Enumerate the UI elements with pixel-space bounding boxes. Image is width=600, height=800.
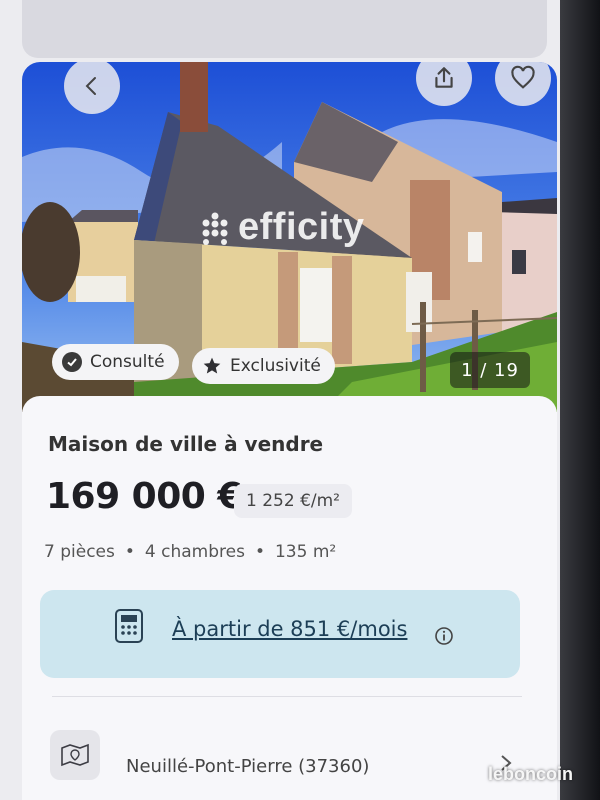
area: 135 m² [274, 542, 337, 562]
listing-details: Maison de ville à vendre 169 000 € 1 252… [22, 396, 557, 800]
calculator-icon [115, 609, 143, 643]
share-icon [435, 67, 453, 88]
agency-watermark: efficity [198, 206, 364, 249]
listing-photo[interactable]: efficity Consulté Exclusivité 1 / 19 [22, 62, 557, 412]
exclusive-badge: Exclusivité [192, 348, 335, 384]
photo-counter: 1 / 19 [450, 352, 530, 388]
price-per-m2: 1 252 €/m² [234, 484, 352, 518]
leboncoin-logo: leboncoin [488, 764, 573, 784]
exclusive-label: Exclusivité [230, 356, 321, 376]
bedrooms: 4 chambres [144, 542, 245, 562]
financing-banner[interactable]: À partir de 851 €/mois [40, 590, 520, 678]
agency-name: efficity [238, 206, 365, 248]
divider [52, 696, 522, 697]
listing-specs: 7 pièces • 4 chambres • 135 m² [44, 542, 336, 562]
phone-screen: efficity Consulté Exclusivité 1 / 19 Mai… [0, 0, 575, 800]
listing-title: Maison de ville à vendre [48, 432, 324, 456]
info-icon[interactable] [434, 626, 454, 646]
consulted-label: Consulté [90, 352, 165, 372]
phone-frame [560, 0, 600, 800]
consulted-badge: Consulté [52, 344, 179, 380]
location-text: Neuillé-Pont-Pierre (37360) [126, 756, 370, 777]
check-circle-icon [62, 352, 82, 372]
map-icon [50, 730, 100, 780]
rooms: 7 pièces [44, 542, 115, 562]
location-row[interactable]: Neuillé-Pont-Pierre (37360) [42, 716, 542, 796]
previous-listing-card[interactable] [22, 0, 547, 58]
spec-separator: • [254, 542, 265, 562]
agency-logo-icon [202, 212, 228, 245]
spec-separator: • [124, 542, 135, 562]
listing-price: 169 000 € [46, 476, 242, 517]
star-icon [202, 356, 222, 376]
chevron-left-icon [85, 77, 96, 95]
listing-card[interactable]: efficity Consulté Exclusivité 1 / 19 Mai… [22, 62, 557, 800]
financing-link[interactable]: À partir de 851 €/mois [172, 617, 407, 641]
heart-icon [511, 65, 535, 89]
